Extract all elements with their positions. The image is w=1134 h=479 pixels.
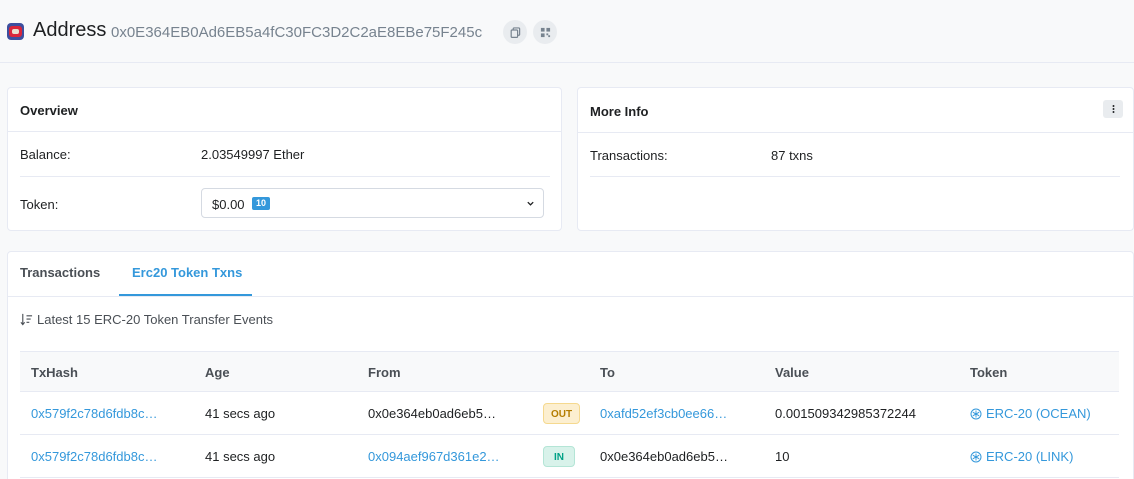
page-header: Address 0x0E364EB0Ad6EB5a4fC30FC3D2C2aE8… <box>0 0 1134 63</box>
transactions-tabs-card: Transactions Erc20 Token Txns Latest 15 … <box>7 251 1134 479</box>
token-count-badge: 10 <box>252 197 271 210</box>
direction-badge-in: IN <box>543 446 575 467</box>
column-header-value: Value <box>775 365 809 380</box>
divider <box>8 296 1133 297</box>
events-caption: Latest 15 ERC-20 Token Transfer Events <box>20 312 273 327</box>
address-identicon <box>7 23 24 40</box>
token-name: ERC-20 (LINK) <box>986 449 1074 464</box>
copy-address-button[interactable] <box>503 20 527 44</box>
token-link[interactable]: ERC-20 (LINK) <box>970 449 1073 464</box>
token-holdings-dropdown[interactable]: $0.00 10 <box>201 188 544 218</box>
token-label: Token: <box>20 197 59 212</box>
to-address-link[interactable]: 0xafd52ef3cb0ee66… <box>600 406 727 421</box>
kebab-menu-icon <box>1112 105 1114 113</box>
qr-code-button[interactable] <box>533 20 557 44</box>
overview-card: Overview Balance: 2.03549997 Ether Token… <box>7 87 562 231</box>
more-options-button[interactable] <box>1103 100 1123 118</box>
value-cell: 0.001509342985372244 <box>775 406 916 421</box>
column-header-from: From <box>368 365 401 380</box>
value-cell: 10 <box>775 449 790 464</box>
page-title: Address <box>33 19 107 41</box>
token-link[interactable]: ERC-20 (OCEAN) <box>970 406 1091 421</box>
tab-erc20-token-txns[interactable]: Erc20 Token Txns <box>132 265 242 280</box>
age-cell: 41 secs ago <box>205 449 276 464</box>
txhash-link[interactable]: 0x579f2c78d6fdb8c… <box>31 449 157 464</box>
divider <box>8 131 561 132</box>
sort-descending-icon <box>20 313 33 326</box>
more-info-card: More Info Transactions: 87 txns <box>577 87 1134 231</box>
address-hash: 0x0E364EB0Ad6EB5a4fC30FC3D2C2aE8EBe75F24… <box>111 24 483 41</box>
from-address: 0x0e364eb0ad6eb5… <box>368 406 496 421</box>
column-header-token: Token <box>970 365 1008 380</box>
token-value: $0.00 <box>212 197 245 212</box>
column-header-to: To <box>600 365 615 380</box>
table-row: 0x579f2c78d6fdb8c… 41 secs ago 0x094aef9… <box>20 435 1119 478</box>
token-icon <box>970 451 982 462</box>
token-name: ERC-20 (OCEAN) <box>986 406 1091 421</box>
copy-icon <box>510 26 520 38</box>
from-address-link[interactable]: 0x094aef967d361e2… <box>368 449 500 464</box>
column-header-txhash: TxHash <box>31 365 78 380</box>
balance-label: Balance: <box>20 147 71 162</box>
age-cell: 41 secs ago <box>205 406 276 421</box>
divider <box>20 176 550 177</box>
divider <box>590 176 1120 177</box>
overview-title: Overview <box>20 103 78 118</box>
chevron-down-icon <box>527 201 534 206</box>
more-info-title: More Info <box>590 104 649 119</box>
events-caption-text: Latest 15 ERC-20 Token Transfer Events <box>37 312 274 327</box>
txhash-link[interactable]: 0x579f2c78d6fdb8c… <box>31 406 157 421</box>
table-header: TxHash Age From To Value Token <box>20 351 1119 392</box>
transactions-value: 87 txns <box>771 148 813 163</box>
balance-value: 2.03549997 Ether <box>201 147 305 162</box>
direction-badge-out: OUT <box>543 403 581 424</box>
divider <box>578 132 1133 133</box>
token-icon <box>970 408 982 419</box>
table-row: 0x579f2c78d6fdb8c… 41 secs ago 0x0e364eb… <box>20 392 1119 435</box>
tab-transactions[interactable]: Transactions <box>20 265 100 280</box>
column-header-age: Age <box>205 365 230 380</box>
transactions-label: Transactions: <box>590 148 668 163</box>
qr-code-icon <box>540 27 550 37</box>
to-address: 0x0e364eb0ad6eb5… <box>600 449 728 464</box>
